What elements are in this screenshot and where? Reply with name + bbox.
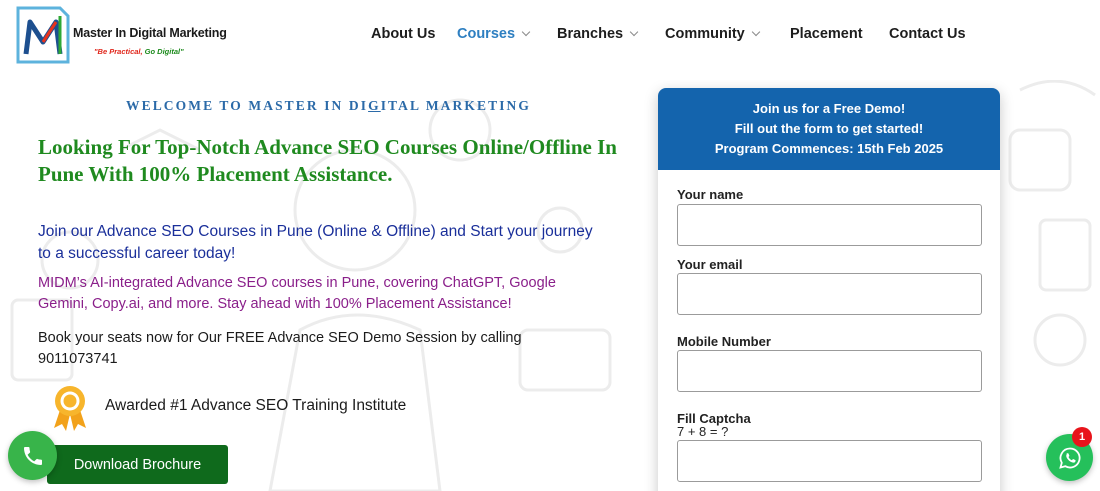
brand-tagline: "Be Practical, Go Digital" bbox=[94, 47, 184, 56]
ai-course-text: MIDM’s AI-integrated Advance SEO courses… bbox=[38, 275, 556, 312]
nav-community[interactable]: Community bbox=[665, 26, 760, 42]
chevron-down-icon bbox=[521, 27, 531, 37]
brand-logo[interactable]: Master In Digital Marketing "Be Practica… bbox=[16, 6, 227, 68]
nav-courses[interactable]: Courses bbox=[457, 26, 531, 42]
name-label: Your name bbox=[677, 187, 744, 202]
nav-about-us[interactable]: About Us bbox=[371, 26, 435, 42]
logo-m-icon bbox=[16, 6, 70, 64]
nav-placement[interactable]: Placement bbox=[790, 26, 863, 42]
site-header: Master In Digital Marketing "Be Practica… bbox=[0, 0, 1100, 80]
form-header: Join us for a Free Demo! Fill out the fo… bbox=[658, 88, 1000, 170]
email-input[interactable] bbox=[677, 273, 982, 315]
mobile-label: Mobile Number bbox=[677, 334, 771, 349]
chevron-down-icon bbox=[751, 27, 760, 37]
intro-text: Join our Advance SEO Courses in Pune (On… bbox=[38, 223, 593, 262]
form-header-line3: Program Commences: 15th Feb 2025 bbox=[714, 141, 944, 156]
brand-name: Master In Digital Marketing bbox=[73, 26, 227, 40]
email-label: Your email bbox=[677, 257, 743, 272]
phone-icon bbox=[23, 446, 42, 465]
welcome-heading: WELCOME TO MASTER IN DIGITAL MARKETING bbox=[126, 98, 531, 113]
form-header-line2: Fill out the form to get started! bbox=[734, 121, 924, 136]
award-text: Awarded #1 Advance SEO Training Institut… bbox=[105, 397, 407, 414]
whatsapp-icon bbox=[1058, 447, 1080, 469]
book-demo-text: Book your seats now for Our FREE Advance… bbox=[38, 330, 522, 367]
form-header-line1: Join us for a Free Demo! bbox=[752, 101, 906, 116]
nav-branches[interactable]: Branches bbox=[557, 26, 639, 42]
download-brochure-button[interactable]: Download Brochure bbox=[47, 445, 228, 484]
whatsapp-notification-badge: 1 bbox=[1072, 427, 1092, 447]
mobile-input[interactable] bbox=[677, 350, 982, 392]
page-headline: Looking For Top-Notch Advance SEO Course… bbox=[38, 135, 617, 186]
award-ribbon-icon bbox=[54, 386, 86, 431]
captcha-input[interactable] bbox=[677, 440, 982, 482]
nav-contact-us[interactable]: Contact Us bbox=[889, 26, 966, 42]
captcha-question: 7 + 8 = ? bbox=[677, 424, 729, 439]
call-button[interactable] bbox=[8, 431, 57, 480]
chevron-down-icon bbox=[629, 27, 639, 37]
name-input[interactable] bbox=[677, 204, 982, 246]
demo-form-card: Join us for a Free Demo! Fill out the fo… bbox=[658, 88, 1000, 491]
